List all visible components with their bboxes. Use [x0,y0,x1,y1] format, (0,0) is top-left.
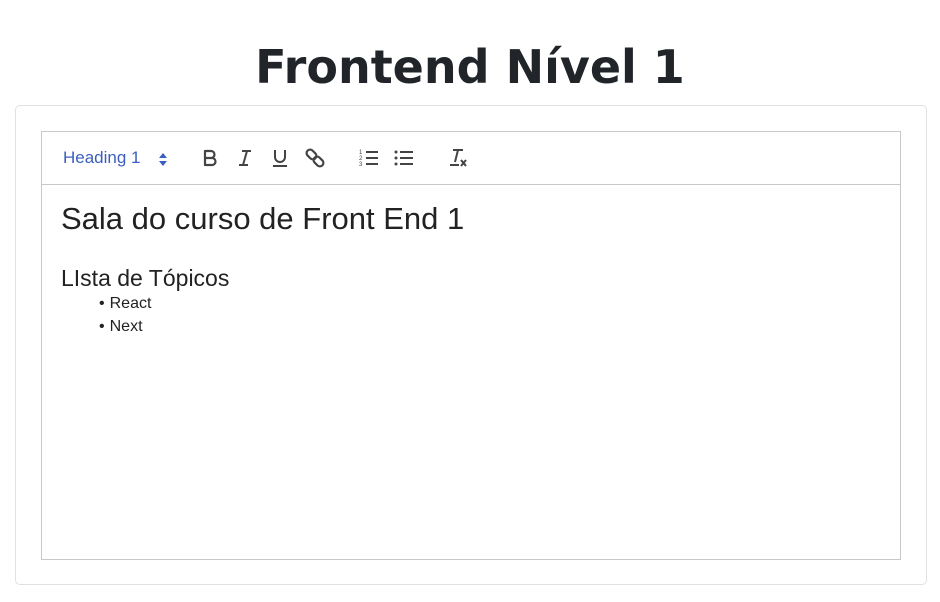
list-item: • Next [99,318,143,335]
heading-format-select[interactable]: Heading 1 [63,146,171,170]
underline-button[interactable] [268,146,292,170]
content-heading-1: Sala do curso de Front End 1 [61,201,465,236]
bullet-list-button[interactable] [392,146,416,170]
ordered-list-icon: 1 2 3 [359,150,378,168]
heading-format-select-label: Heading 1 [63,148,141,167]
list-item-text: Next [109,318,143,335]
link-icon [305,148,325,168]
italic-icon [239,150,251,166]
bold-button[interactable] [198,146,222,170]
clear-format-icon [450,149,467,167]
underline-icon [273,150,287,167]
page-title: Frontend Nível 1 [255,40,685,94]
list-item-text: React [109,295,152,312]
ordered-list-button[interactable]: 1 2 3 [357,146,381,170]
clear-format-button[interactable] [446,146,470,170]
editor-toolbar: Heading 1 1 2 3 [42,132,900,185]
rich-text-editor: Heading 1 1 2 3 Sala do curso de Front E… [41,131,901,560]
content-heading-3: LIsta de Tópicos [61,265,230,291]
italic-button[interactable] [233,146,257,170]
svg-text:3: 3 [359,162,363,168]
list-item: • React [99,295,152,312]
link-button[interactable] [303,146,327,170]
bullet-list-icon [394,150,413,166]
topic-list: • React • Next [99,292,151,338]
bold-icon [203,149,217,167]
select-arrows-icon [159,153,167,166]
